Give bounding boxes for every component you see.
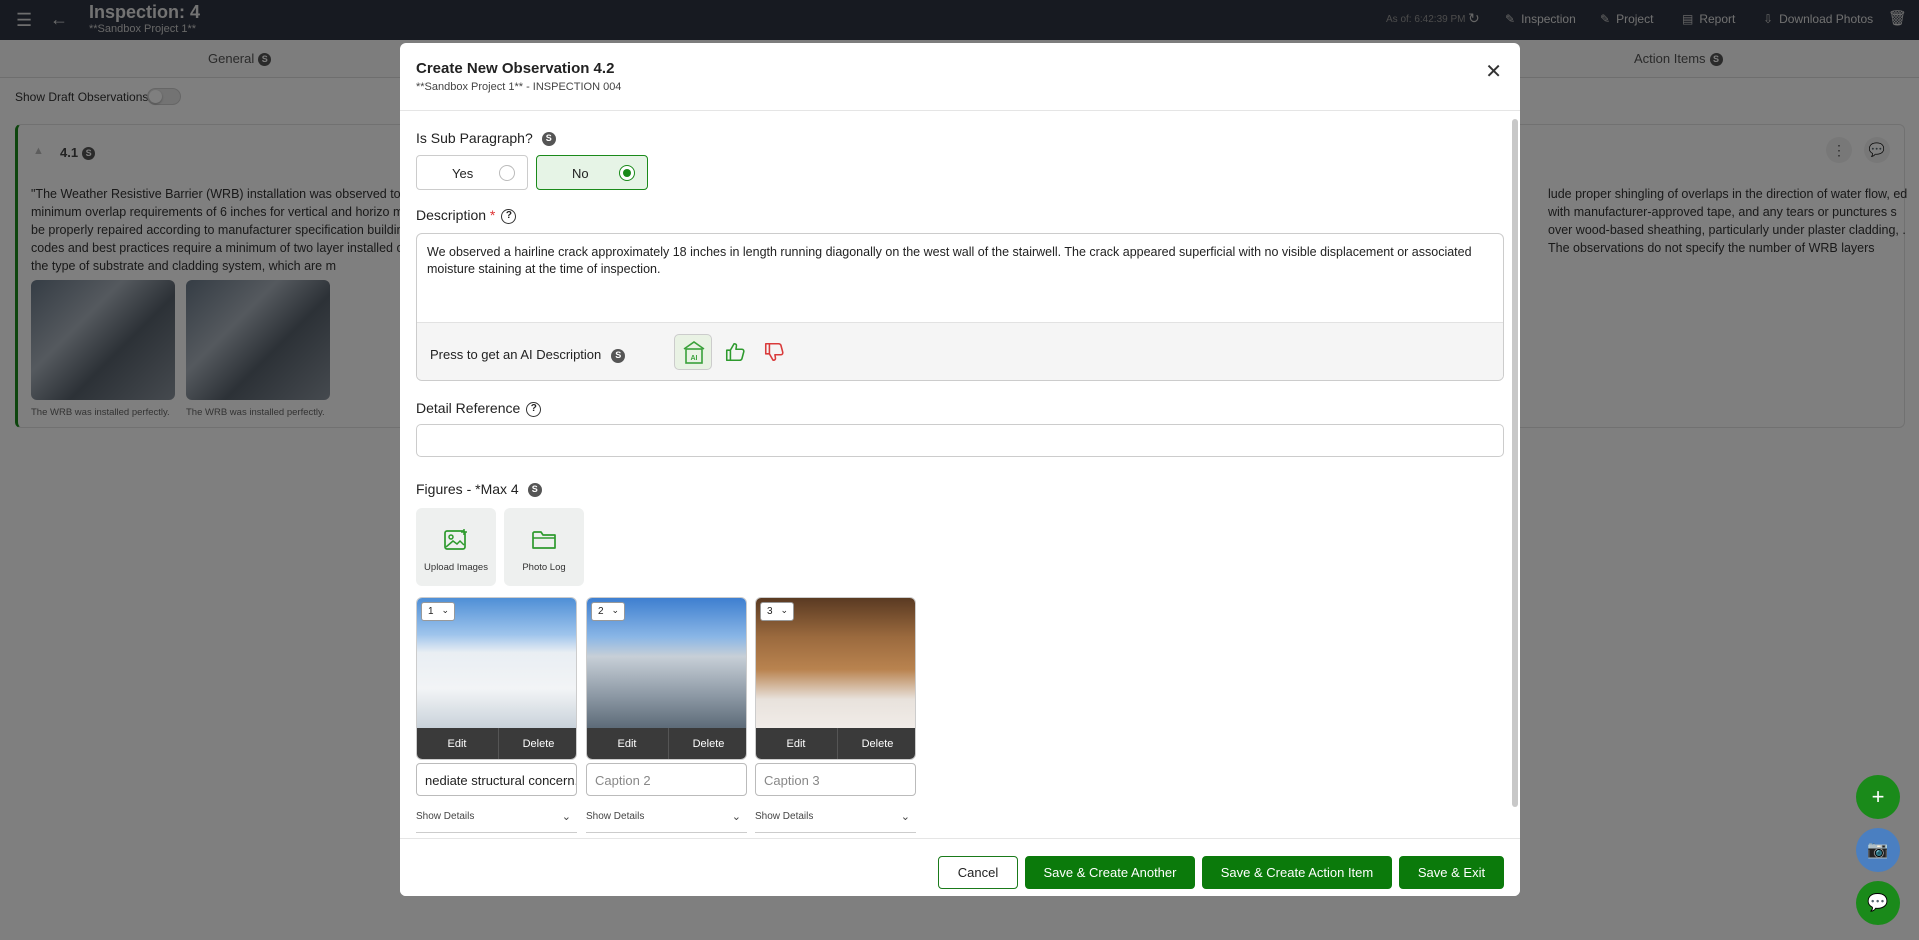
- figure-caption-input[interactable]: Caption 2: [586, 763, 747, 796]
- thumbs-up-icon[interactable]: [724, 341, 746, 363]
- figure-card: 2 ⌄ Edit Delete: [586, 597, 747, 760]
- sub-paragraph-yes-option[interactable]: Yes: [416, 155, 528, 190]
- radio-circle: [499, 165, 515, 181]
- show-details-toggle[interactable]: Show Details ⌄: [416, 811, 577, 833]
- edit-figure-button[interactable]: Edit: [417, 728, 497, 759]
- ai-building-icon: AI: [683, 341, 705, 364]
- figure-order-select[interactable]: 1 ⌄: [421, 602, 455, 621]
- camera-fab-button[interactable]: 📷: [1856, 828, 1900, 872]
- chevron-down-icon: ⌄: [731, 811, 741, 823]
- modal-footer: Cancel Save & Create Another Save & Crea…: [400, 838, 1520, 896]
- delete-figure-button[interactable]: Delete: [498, 728, 576, 759]
- delete-figure-button[interactable]: Delete: [837, 728, 915, 759]
- modal-header: Create New Observation 4.2 **Sandbox Pro…: [400, 43, 1520, 111]
- figure-actions: Edit Delete: [756, 728, 915, 759]
- create-observation-modal: Create New Observation 4.2 **Sandbox Pro…: [400, 43, 1520, 896]
- figure-order-select[interactable]: 2 ⌄: [591, 602, 625, 621]
- chevron-down-icon: ⌄: [611, 605, 619, 615]
- photo-log-button[interactable]: Photo Log: [504, 508, 584, 586]
- svg-text:AI: AI: [691, 355, 698, 362]
- detail-reference-label: Detail Reference?: [416, 400, 542, 417]
- edit-figure-button[interactable]: Edit: [756, 728, 836, 759]
- delete-figure-button[interactable]: Delete: [668, 728, 746, 759]
- figure-actions: Edit Delete: [417, 728, 576, 759]
- sub-paragraph-badge: S: [541, 132, 556, 147]
- image-upload-icon: [444, 529, 467, 550]
- thumbs-down-icon[interactable]: [763, 341, 785, 363]
- figures-label: Figures - *Max 4S: [416, 481, 542, 498]
- show-details-toggle[interactable]: Show Details ⌄: [755, 811, 916, 833]
- edit-figure-button[interactable]: Edit: [587, 728, 667, 759]
- ai-badge: S: [611, 348, 626, 363]
- upload-images-label: Upload Images: [424, 562, 488, 573]
- close-icon[interactable]: ✕: [1485, 59, 1502, 84]
- modal-subtitle: **Sandbox Project 1** - INSPECTION 004: [416, 81, 622, 93]
- show-details-toggle[interactable]: Show Details ⌄: [586, 811, 747, 833]
- sub-paragraph-no-option[interactable]: No: [536, 155, 648, 190]
- description-field[interactable]: We observed a hairline crack approximate…: [416, 233, 1504, 381]
- upload-images-button[interactable]: Upload Images: [416, 508, 496, 586]
- radio-circle: [619, 165, 635, 181]
- ai-description-row: Press to get an AI Description S AI: [417, 322, 1503, 380]
- save-exit-button[interactable]: Save & Exit: [1399, 856, 1504, 889]
- sub-paragraph-label: Is Sub Paragraph? S: [416, 130, 556, 147]
- help-icon[interactable]: ?: [526, 401, 542, 417]
- chevron-down-icon: ⌄: [561, 811, 571, 823]
- chevron-down-icon: ⌄: [441, 605, 449, 615]
- save-create-action-item-button[interactable]: Save & Create Action Item: [1202, 856, 1392, 889]
- modal-title: Create New Observation 4.2: [416, 60, 615, 77]
- detail-reference-input[interactable]: [416, 424, 1504, 457]
- figure-order-select[interactable]: 3 ⌄: [760, 602, 794, 621]
- folder-icon: [532, 531, 556, 549]
- figure-actions: Edit Delete: [587, 728, 746, 759]
- chevron-down-icon: ⌄: [900, 811, 910, 823]
- figure-card: 1 ⌄ Edit Delete: [416, 597, 577, 760]
- figure-caption-input[interactable]: Caption 3: [755, 763, 916, 796]
- cancel-button[interactable]: Cancel: [938, 856, 1018, 889]
- chat-fab-button[interactable]: 💬: [1856, 881, 1900, 925]
- photo-log-label: Photo Log: [522, 562, 566, 573]
- scrollbar[interactable]: [1512, 119, 1518, 807]
- figure-card: 3 ⌄ Edit Delete: [755, 597, 916, 760]
- ai-generate-button[interactable]: AI: [674, 334, 712, 370]
- description-text[interactable]: We observed a hairline crack approximate…: [427, 244, 1495, 278]
- help-icon[interactable]: ?: [501, 208, 517, 224]
- figures-badge: S: [527, 483, 542, 498]
- description-label: Description *?: [416, 207, 517, 224]
- add-fab-button[interactable]: +: [1856, 775, 1900, 819]
- chevron-down-icon: ⌄: [780, 605, 788, 615]
- save-create-another-button[interactable]: Save & Create Another: [1025, 856, 1195, 889]
- figure-caption-input[interactable]: nediate structural concern.: [416, 763, 577, 796]
- ai-description-label: Press to get an AI Description S: [430, 347, 626, 363]
